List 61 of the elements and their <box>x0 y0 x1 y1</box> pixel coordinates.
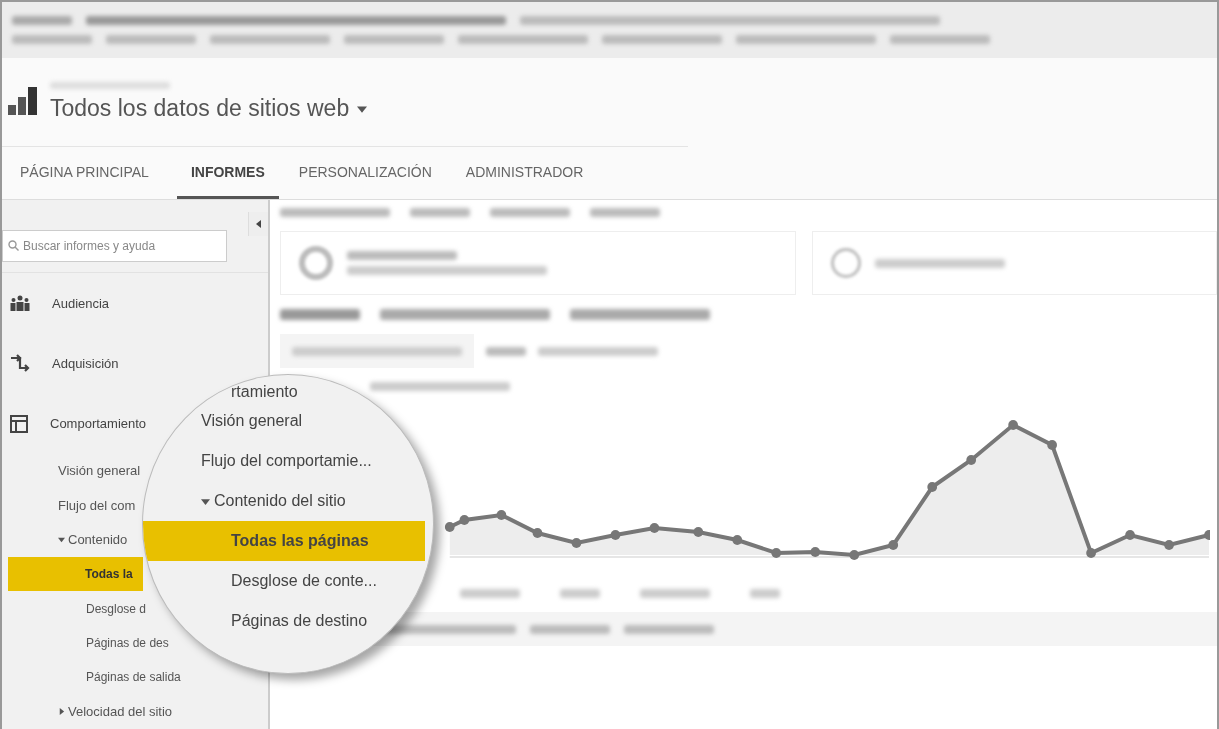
blurred-ring-icon <box>830 248 861 278</box>
blurred-text <box>590 208 660 217</box>
nav-tab[interactable]: PÁGINA PRINCIPAL <box>6 147 163 199</box>
data-point <box>927 482 938 492</box>
arrows-icon <box>10 353 30 374</box>
data-point <box>444 522 455 532</box>
magnified-menu-item[interactable]: Visión general <box>201 401 303 441</box>
sidebar-section[interactable]: Audiencia <box>2 273 120 334</box>
data-point <box>810 547 821 557</box>
caret-left-icon <box>255 220 262 228</box>
data-point <box>732 535 743 545</box>
data-point <box>649 523 660 533</box>
data-point <box>849 550 860 560</box>
blurred-text <box>486 346 526 356</box>
blurred-ring-icon <box>299 246 333 280</box>
data-point <box>1008 420 1018 430</box>
blurred-text <box>560 589 600 598</box>
data-point <box>496 510 507 520</box>
people-icon <box>10 295 30 312</box>
blurred-text <box>750 589 780 598</box>
sidebar-section[interactable]: Adquisición <box>2 333 129 394</box>
sidebar-section[interactable]: Comportamiento <box>2 393 157 454</box>
data-point <box>1164 540 1174 550</box>
blurred-text <box>410 208 470 217</box>
data-point <box>966 455 977 465</box>
data-point <box>888 540 899 550</box>
sidebar-item[interactable]: Contenido <box>54 522 132 557</box>
search-field[interactable]: Buscar informes y ayuda <box>2 230 227 262</box>
sidebar-item[interactable]: Velocidad del sitio <box>54 694 177 729</box>
layout-icon <box>10 414 28 433</box>
data-point <box>1204 530 1210 540</box>
magnified-menu-item[interactable]: Flujo del comportamie... <box>201 441 372 481</box>
magnified-menu-item[interactable]: Todas las páginas <box>143 521 425 561</box>
caret-right-icon[interactable] <box>58 708 65 716</box>
search-icon <box>8 240 19 251</box>
magnified-menu-item[interactable]: Contenido del sitio <box>201 481 346 521</box>
blurred-text <box>640 589 710 598</box>
data-point <box>571 538 582 548</box>
magnified-menu-item[interactable]: rtamiento <box>231 379 298 401</box>
blurred-text <box>460 589 520 598</box>
data-point <box>1047 440 1057 450</box>
nav-tab[interactable]: PERSONALIZACIÓN <box>284 147 446 199</box>
data-point <box>532 528 543 538</box>
data-point <box>693 527 704 537</box>
sidebar-item[interactable]: Páginas de salida <box>82 660 185 695</box>
blurred-text <box>12 16 72 25</box>
caret-down-icon[interactable] <box>201 496 210 506</box>
sidebar-item[interactable]: Flujo del com <box>54 488 140 523</box>
data-point <box>771 548 782 558</box>
magnified-menu-item[interactable]: Desglose de conte... <box>231 561 377 601</box>
data-point <box>459 515 470 525</box>
data-point <box>1086 548 1096 558</box>
property-selector[interactable]: Todos los datos de sitios web <box>50 95 368 122</box>
data-point <box>610 530 621 540</box>
magnified-menu-item[interactable]: Páginas de destino <box>231 601 368 641</box>
sidebar-item[interactable]: Todas la <box>8 556 143 592</box>
data-point <box>1125 530 1135 540</box>
sidebar-item[interactable]: Visión general <box>54 453 145 489</box>
caret-down-icon[interactable] <box>58 536 65 544</box>
nav-tab[interactable]: ADMINISTRADOR <box>451 147 598 199</box>
bar-chart-logo-icon <box>8 87 38 117</box>
